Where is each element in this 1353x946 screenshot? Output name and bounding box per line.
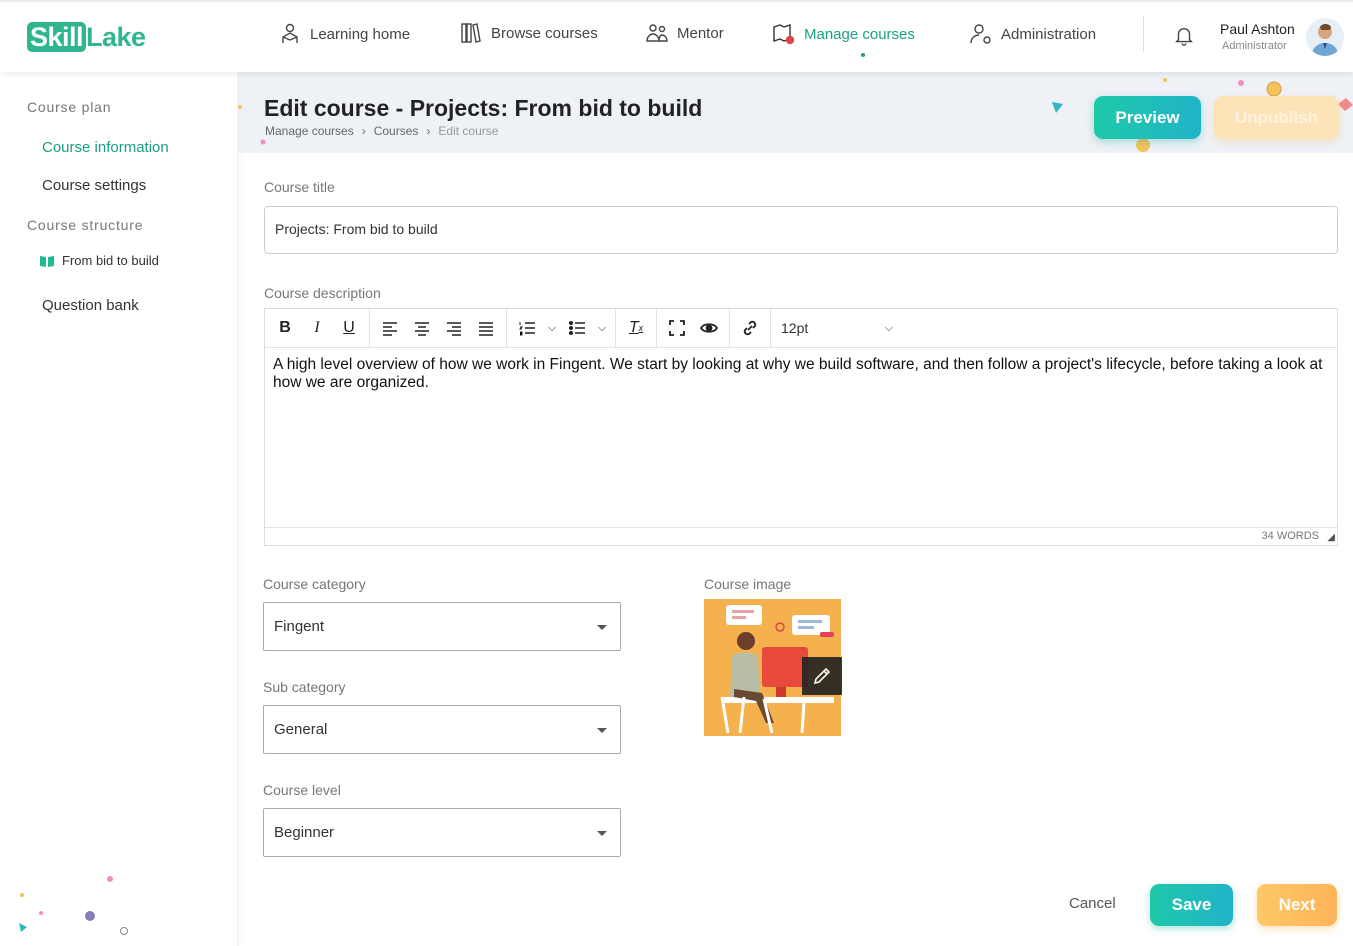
course-category-label: Course category (263, 576, 366, 592)
user-role: Administrator (1222, 40, 1287, 52)
course-image-label: Course image (704, 576, 792, 592)
unpublish-button[interactable]: Unpublish (1214, 96, 1339, 139)
preview-button[interactable]: Preview (1094, 96, 1201, 139)
course-level-label: Course level (263, 782, 341, 798)
bullet-list-icon[interactable] (563, 314, 591, 342)
course-description-label: Course description (264, 285, 381, 301)
numbered-list-icon[interactable] (513, 314, 541, 342)
course-plan-sidebar: Course plan Course information Course se… (0, 72, 238, 946)
nav-divider (1143, 16, 1144, 52)
chevron-down-icon: ⌵ (884, 321, 893, 334)
chevron-down-icon[interactable]: ⌵ (545, 314, 559, 342)
learning-home-icon (282, 23, 298, 43)
sidebar-group-course-plan: Course plan (27, 99, 112, 115)
underline-icon[interactable]: U (335, 314, 363, 342)
mentor-icon (646, 24, 668, 42)
clear-formatting-icon[interactable]: Tx (622, 314, 650, 342)
caret-down-icon (597, 728, 607, 733)
sidebar-item-question-bank[interactable]: Question bank (42, 297, 139, 314)
toolbar-group-link (730, 309, 771, 347)
preview-eye-icon[interactable] (695, 314, 723, 342)
chevron-down-icon[interactable]: ⌵ (595, 314, 609, 342)
toolbar-group-lists: ⌵ ⌵ (507, 309, 616, 347)
sidebar-item-course-information[interactable]: Course information (42, 139, 169, 156)
logo-part-lake: Lake (86, 22, 146, 52)
breadcrumb: Manage courses › Courses › Edit course (265, 124, 498, 138)
manage-courses-icon (773, 24, 795, 45)
course-category-select[interactable]: Fingent (263, 602, 621, 651)
confetti-decoration (19, 876, 128, 935)
book-icon (40, 255, 54, 267)
align-right-icon[interactable] (440, 314, 468, 342)
nav-administration[interactable]: Administration (969, 22, 1096, 46)
logo-part-skill: Skill (27, 22, 87, 52)
page-title: Edit course - Projects: From bid to buil… (264, 95, 703, 121)
fullscreen-icon[interactable] (663, 314, 691, 342)
bell-icon[interactable] (1173, 24, 1195, 48)
caret-down-icon (597, 831, 607, 836)
toolbar-group-alignment (370, 309, 507, 347)
next-button[interactable]: Next (1257, 884, 1337, 926)
course-title-input[interactable]: Projects: From bid to build (264, 206, 1338, 254)
breadcrumb-separator-icon: › (426, 124, 431, 138)
breadcrumb-separator-icon: › (361, 124, 366, 138)
nav-label: Manage courses (804, 25, 915, 43)
course-category-value: Fingent (274, 618, 325, 635)
cancel-button[interactable]: Cancel (1069, 895, 1116, 912)
user-name[interactable]: Paul Ashton (1220, 21, 1295, 37)
active-nav-indicator (861, 53, 865, 57)
nav-label: Learning home (310, 25, 411, 43)
nav-manage-courses[interactable]: Manage courses (772, 22, 915, 46)
top-navigation-bar: Skill Lake Learning home Browse courses M… (0, 0, 1353, 72)
editor-toolbar: B I U ⌵ ⌵ Tx 12pt ⌵ (265, 309, 1337, 348)
align-left-icon[interactable] (376, 314, 404, 342)
nav-learning-home[interactable]: Learning home (278, 22, 410, 46)
avatar-image (1311, 24, 1339, 56)
italic-icon[interactable]: I (303, 314, 331, 342)
nav-label: Browse courses (491, 24, 598, 42)
toolbar-group-clear: Tx (616, 309, 657, 347)
sub-category-value: General (274, 721, 328, 738)
nav-browse-courses[interactable]: Browse courses (459, 21, 598, 45)
pencil-icon (813, 667, 831, 685)
align-center-icon[interactable] (408, 314, 436, 342)
sidebar-item-course-settings[interactable]: Course settings (42, 177, 146, 194)
toolbar-group-text-style: B I U (265, 309, 370, 347)
save-button[interactable]: Save (1150, 884, 1233, 926)
avatar[interactable] (1306, 18, 1344, 56)
resize-handle-icon[interactable]: ◢ (1327, 529, 1335, 546)
description-text-area[interactable]: A high level overview of how we work in … (265, 348, 1337, 400)
books-icon (461, 23, 481, 43)
nav-mentor[interactable]: Mentor (645, 21, 724, 45)
module-label: From bid to build (62, 253, 159, 268)
word-count: 34 WORDS (1261, 530, 1319, 542)
administration-icon (970, 24, 991, 44)
editor-statusbar: 34 WORDS ◢ (265, 527, 1337, 545)
font-size-select[interactable]: 12pt ⌵ (771, 320, 903, 336)
breadcrumb-edit-course: Edit course (438, 124, 499, 138)
toolbar-group-view (657, 309, 730, 347)
edit-image-button[interactable] (802, 657, 842, 695)
nav-label: Administration (1001, 25, 1097, 43)
breadcrumb-courses[interactable]: Courses (374, 124, 419, 138)
sidebar-group-course-structure: Course structure (27, 217, 144, 233)
sidebar-item-module[interactable]: From bid to build (40, 253, 159, 268)
nav-label: Mentor (677, 24, 724, 42)
course-title-label: Course title (264, 179, 335, 195)
font-size-value: 12pt (781, 320, 809, 336)
bold-icon[interactable]: B (271, 314, 299, 342)
skilllake-logo[interactable]: Skill Lake (27, 22, 146, 53)
sub-category-label: Sub category (263, 679, 346, 695)
breadcrumb-manage-courses[interactable]: Manage courses (265, 124, 354, 138)
align-justify-icon[interactable] (472, 314, 500, 342)
course-level-select[interactable]: Beginner (263, 808, 621, 857)
sub-category-select[interactable]: General (263, 705, 621, 754)
course-level-value: Beginner (274, 824, 335, 841)
caret-down-icon (597, 625, 607, 630)
link-icon[interactable] (736, 314, 764, 342)
course-description-editor: B I U ⌵ ⌵ Tx 12pt ⌵ A high level overvie… (264, 308, 1338, 546)
